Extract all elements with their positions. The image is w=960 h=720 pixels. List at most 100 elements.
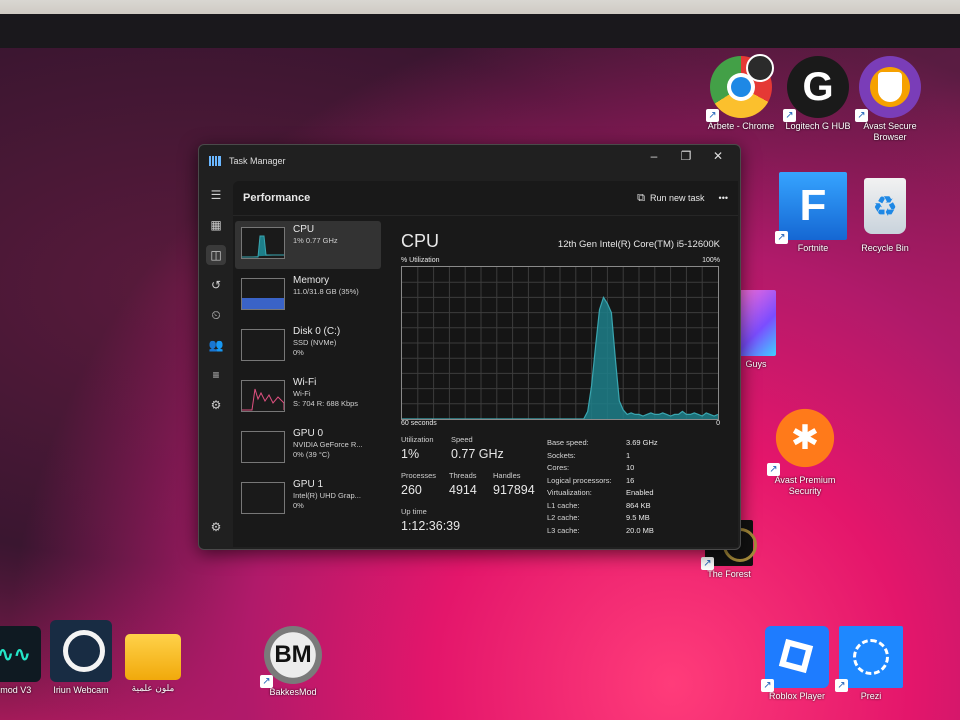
shortcut-arrow-icon: ↗ — [706, 109, 719, 122]
resource-name: GPU 1 — [293, 479, 324, 490]
stat-label: Utilization — [401, 435, 434, 444]
desktop-icon-label: Guys — [745, 359, 767, 369]
recycle-bin-icon: ♻ — [852, 172, 918, 240]
maximize-button[interactable]: ❐ — [670, 149, 702, 163]
resource-item-cpu[interactable]: CPU 1% 0.77 GHz — [235, 221, 381, 269]
time-axis-label: 60 seconds — [401, 420, 437, 427]
more-options-button[interactable]: ••• — [719, 193, 728, 203]
spec-value: 9.5 MB — [626, 513, 650, 522]
voicemod-icon: ∿∿ — [0, 626, 41, 682]
stat-label: Up time — [401, 507, 427, 516]
desktop-icon-recycle-bin[interactable]: ♻ Recycle Bin — [840, 172, 930, 254]
stat-label: Handles — [493, 471, 521, 480]
stat-label: Processes — [401, 471, 437, 480]
spec-row: Virtualization: Enabled — [547, 487, 658, 500]
spec-value: 10 — [626, 463, 635, 472]
spec-key: L3 cache: — [547, 525, 580, 535]
spec-row: Base speed: 3.69 GHz — [547, 437, 658, 450]
resource-sub: 0% — [293, 348, 304, 357]
resource-list: CPU 1% 0.77 GHz Memory 11.0/31.8 GB (35%) … — [235, 221, 381, 527]
resource-sub: 1% 0.77 GHz — [293, 236, 338, 245]
gpu1-thumbnail — [241, 482, 285, 514]
resource-sub: Intel(R) UHD Grap... — [293, 491, 361, 500]
desktop-icon-label: Fortnite — [797, 243, 829, 253]
resource-item-gpu1[interactable]: GPU 1 Intel(R) UHD Grap... 0% — [235, 476, 381, 524]
utilization-max-label: 100% — [702, 257, 720, 264]
desktop-icon-folder[interactable]: ملون علمية — [108, 628, 198, 694]
window-title: Task Manager — [229, 156, 286, 166]
section-header: Performance ⧉ Run new task ••• — [233, 181, 738, 216]
services-icon[interactable]: ⚙ — [206, 395, 226, 415]
resource-item-gpu0[interactable]: GPU 0 NVIDIA GeForce R... 0% (39 °C) — [235, 425, 381, 473]
desktop-icon-prezi[interactable]: ↗ Prezi — [826, 626, 916, 702]
cpu-model: 12th Gen Intel(R) Core(TM) i5-12600K — [557, 239, 720, 250]
fortnite-icon: F ↗ — [775, 172, 847, 244]
desktop-icon-label: Recycle Bin — [861, 243, 909, 253]
performance-icon[interactable]: ◫ — [206, 245, 226, 265]
spec-key: Sockets: — [547, 450, 576, 460]
shortcut-arrow-icon: ↗ — [767, 463, 780, 476]
stat-value: 4914 — [449, 483, 477, 497]
spec-value: Enabled — [626, 488, 654, 497]
stat-value: 260 — [401, 483, 422, 497]
stat-speed: Speed 0.77 GHz — [451, 435, 504, 461]
zero-axis-label: 0 — [716, 420, 720, 427]
minimize-button[interactable]: – — [638, 149, 670, 163]
shortcut-arrow-icon: ↗ — [260, 675, 273, 688]
spec-key: Logical processors: — [547, 475, 612, 485]
resource-name: Disk 0 (C:) — [293, 326, 341, 337]
shortcut-arrow-icon: ↗ — [783, 109, 796, 122]
users-icon[interactable]: 👥 — [206, 335, 226, 355]
resource-sub: SSD (NVMe) — [293, 338, 337, 347]
resource-name: GPU 0 — [293, 428, 324, 439]
desktop-icon-avast[interactable]: ✱ ↗ Avast Premium Security — [760, 404, 850, 497]
task-manager-window: Task Manager – ❐ ✕ ☰ ▦ ◫ ↺ ⏲ 👥 ≡ ⚙ ⚙ Per… — [198, 144, 741, 550]
stat-handles: Handles 917894 — [493, 471, 535, 497]
chrome-icon: ↗ — [706, 54, 774, 122]
spec-key: Virtualization: — [547, 488, 592, 497]
task-manager-app-icon — [209, 156, 221, 166]
section-title: Performance — [243, 192, 311, 204]
logitech-g-icon: G ↗ — [783, 56, 849, 122]
stat-threads: Threads 4914 — [449, 471, 477, 497]
title-bar: Task Manager – ❐ ✕ — [199, 145, 740, 177]
details-icon[interactable]: ≡ — [206, 365, 226, 385]
fall-guys-icon — [736, 290, 776, 356]
stat-uptime: Up time 1:12:36:39 — [401, 507, 460, 533]
main-panel: Performance ⧉ Run new task ••• CPU 1% 0.7… — [233, 181, 738, 547]
desktop-icon-bakkesmod[interactable]: BM ↗ BakkesMod — [248, 626, 338, 698]
utilization-axis-label: % Utilization — [401, 257, 440, 264]
spec-value: 16 — [626, 475, 635, 485]
spec-row: L1 cache: 864 KB — [547, 500, 658, 513]
iriun-webcam-icon — [50, 620, 112, 682]
cpu-detail-panel: CPU 12th Gen Intel(R) Core(TM) i5-12600K… — [393, 221, 730, 541]
spec-value: 3.69 GHz — [626, 438, 658, 447]
spec-key: Cores: — [547, 463, 570, 472]
spec-key: Base speed: — [547, 438, 589, 447]
spec-row: Cores: 10 — [547, 462, 658, 475]
shortcut-arrow-icon: ↗ — [761, 679, 774, 692]
desktop-icon-avast-browser[interactable]: ↗ Avast Secure Browser — [845, 56, 935, 143]
resource-item-disk[interactable]: Disk 0 (C:) SSD (NVMe) 0% — [235, 323, 381, 371]
shortcut-arrow-icon: ↗ — [775, 231, 788, 244]
resource-item-memory[interactable]: Memory 11.0/31.8 GB (35%) — [235, 272, 381, 320]
settings-icon[interactable]: ⚙ — [206, 517, 226, 537]
desktop-icon-label: Arbete - Chrome — [707, 121, 775, 131]
close-button[interactable]: ✕ — [702, 149, 734, 163]
run-new-task-button[interactable]: ⧉ Run new task — [637, 192, 704, 205]
shortcut-arrow-icon: ↗ — [835, 679, 848, 692]
processes-icon[interactable]: ▦ — [206, 215, 226, 235]
menu-icon[interactable]: ☰ — [206, 185, 226, 205]
cpu-utilization-graph — [401, 266, 719, 420]
spec-row: Logical processors: 16 — [547, 475, 658, 488]
bakkesmod-icon: BM ↗ — [260, 626, 322, 688]
spec-key: L1 cache: — [547, 500, 580, 510]
stat-label: Threads — [449, 471, 477, 480]
app-history-icon[interactable]: ↺ — [206, 275, 226, 295]
disk-thumbnail — [241, 329, 285, 361]
memory-thumbnail — [241, 278, 285, 310]
stat-processes: Processes 260 — [401, 471, 436, 497]
stat-value: 0.77 GHz — [451, 447, 504, 461]
startup-icon[interactable]: ⏲ — [206, 305, 226, 325]
resource-item-wifi[interactable]: Wi-Fi Wi-Fi S: 704 R: 688 Kbps — [235, 374, 381, 422]
